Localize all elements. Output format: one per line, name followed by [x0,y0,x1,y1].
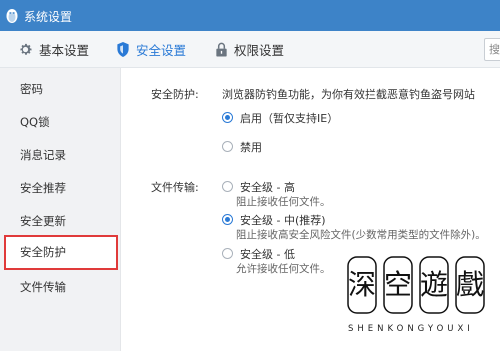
watermark-logo: 深 空 遊 戲 SHENKONGYOUXI [344,256,494,336]
file-transfer-label: 文件传输: [151,181,199,194]
sidebar-item-file-transfer[interactable]: 文件传输 [0,270,121,304]
security-level-high-desc: 阻止接收任何文件。 [236,196,331,208]
protection-disable-radio[interactable] [222,141,233,152]
watermark-pinyin: SHENKONGYOUXI [348,324,474,334]
window-title: 系统设置 [24,10,73,24]
sidebar-item-password[interactable]: 密码 [0,72,121,106]
protection-enable-radio[interactable] [222,112,233,123]
protection-enable-label[interactable]: 启用（暂仅支持IE） [240,110,338,126]
sidebar-item-security-recommend[interactable]: 安全推荐 [0,171,121,205]
sidebar: 密码 QQ锁 消息记录 安全推荐 安全更新 安全防护 文件传输 [0,68,121,351]
qq-penguin-icon [6,9,18,23]
tab-basic-settings[interactable]: 基本设置 [18,31,89,67]
security-level-high-radio[interactable] [222,181,233,192]
security-level-medium-desc: 阻止接收高安全风险文件(少数常用类型的文件除外)。 [236,229,486,241]
gear-icon [20,43,32,55]
shield-icon [117,41,129,57]
watermark-char-1: 深 [347,268,376,301]
security-level-medium-radio[interactable] [222,214,233,225]
title-bar: 系统设置 [0,0,500,31]
settings-toolbar: 基本设置 安全设置 权限设置 搜 [0,31,500,68]
security-level-medium-label[interactable]: 安全级 - 中(推荐) [240,212,326,228]
protection-description: 浏览器防钓鱼功能，为你有效拦截恶意钓鱼盗号网站 [222,88,475,101]
security-level-low-desc: 允许接收任何文件。 [236,263,331,275]
tab-security-settings[interactable]: 安全设置 [116,31,186,67]
watermark-char-2: 空 [383,268,412,301]
tab-permission-settings[interactable]: 权限设置 [215,31,284,67]
watermark-char-4: 戲 [455,268,484,301]
sidebar-item-security-protection[interactable]: 安全防护 [4,235,118,270]
tab-security-settings-label: 安全设置 [136,42,187,58]
tab-basic-settings-label: 基本设置 [39,42,90,58]
sidebar-item-message-history[interactable]: 消息记录 [0,138,121,172]
sidebar-item-security-update[interactable]: 安全更新 [0,204,121,238]
lock-icon [216,42,227,57]
watermark-char-3: 遊 [419,268,448,301]
security-level-low-label[interactable]: 安全级 - 低 [240,246,295,262]
security-level-low-radio[interactable] [222,248,233,259]
tab-permission-settings-label: 权限设置 [234,42,285,58]
protection-label: 安全防护: [151,88,199,101]
security-level-high-label[interactable]: 安全级 - 高 [240,179,295,195]
search-input[interactable]: 搜 [484,38,500,61]
protection-disable-label[interactable]: 禁用 [240,139,262,155]
sidebar-item-qq-lock[interactable]: QQ锁 [0,105,121,139]
